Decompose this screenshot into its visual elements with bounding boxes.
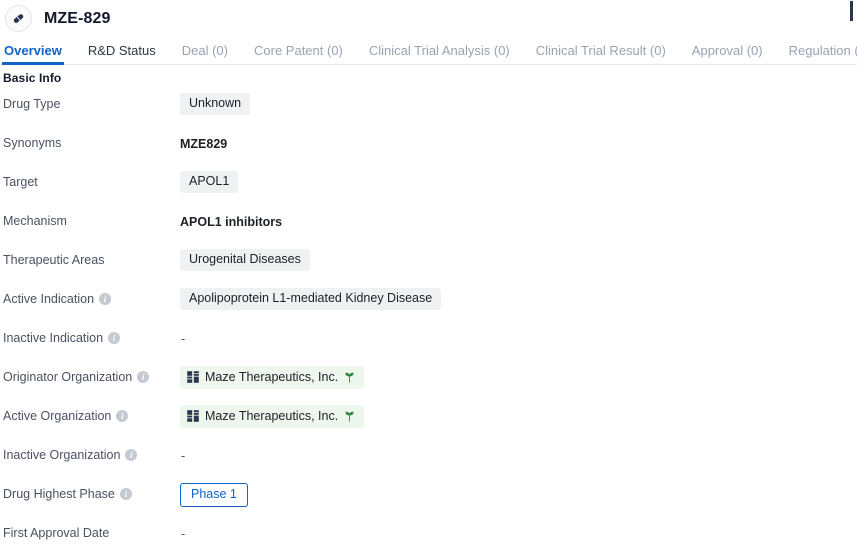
row-label-text: Mechanism [3, 213, 67, 229]
row-value-mechanism: APOL1 inhibitors [180, 208, 857, 230]
startup-sprout-icon [344, 372, 355, 383]
row-value-synonyms: MZE829 [180, 130, 857, 152]
row-label-inactive-indication: Inactive Indication i [0, 325, 180, 346]
tab-label: Overview [4, 43, 62, 58]
value-pill[interactable]: Apolipoprotein L1-mediated Kidney Diseas… [180, 288, 441, 310]
info-row-target: Target APOL1 [0, 167, 857, 206]
value-empty: - [180, 329, 185, 346]
tab-label: Approval (0) [692, 43, 763, 58]
basic-info-table: Drug Type Unknown Synonyms MZE829 Target APOL… [0, 85, 857, 557]
row-label-text: Active Indication [3, 291, 94, 307]
tab-clinical-trial-result[interactable]: Clinical Trial Result (0) [536, 44, 666, 64]
tab-label: Clinical Trial Analysis (0) [369, 43, 510, 58]
row-label-text: Originator Organization [3, 369, 132, 385]
info-row-therapeutic-areas: Therapeutic Areas Urogenital Diseases [0, 245, 857, 284]
value-empty: - [180, 446, 185, 463]
organization-grid-icon [187, 410, 199, 422]
phase-badge[interactable]: Phase 1 [180, 483, 248, 507]
tab-rd-status[interactable]: R&D Status [88, 44, 156, 64]
row-label-synonyms: Synonyms [0, 130, 180, 151]
info-row-mechanism: Mechanism APOL1 inhibitors [0, 206, 857, 245]
tab-deal[interactable]: Deal (0) [182, 44, 228, 64]
row-label-target: Target [0, 169, 180, 190]
row-label-active-indication: Active Indication i [0, 286, 180, 307]
row-value-therapeutic-areas: Urogenital Diseases [180, 247, 857, 271]
row-label-therapeutic-areas: Therapeutic Areas [0, 247, 180, 268]
tab-clinical-trial-analysis[interactable]: Clinical Trial Analysis (0) [369, 44, 510, 64]
row-value-drug-highest-phase: Phase 1 [180, 481, 857, 507]
info-circle-icon[interactable]: i [120, 488, 132, 500]
row-label-drug-type: Drug Type [0, 91, 180, 112]
row-value-originator-organization: Maze Therapeutics, Inc. [180, 364, 857, 389]
info-row-active-indication: Active Indication i Apolipoprotein L1-medi… [0, 284, 857, 323]
info-row-drug-highest-phase: Drug Highest Phase i Phase 1 [0, 479, 857, 518]
organization-name: Maze Therapeutics, Inc. [205, 408, 338, 424]
capsule-icon [5, 5, 32, 32]
info-circle-icon[interactable]: i [99, 293, 111, 305]
tab-approval[interactable]: Approval (0) [692, 44, 763, 64]
tab-bar: Overview R&D Status Deal (0) Core Patent… [0, 37, 857, 65]
organization-pill[interactable]: Maze Therapeutics, Inc. [180, 366, 364, 389]
row-value-active-organization: Maze Therapeutics, Inc. [180, 403, 857, 428]
row-label-text: Inactive Organization [3, 447, 120, 463]
tab-label: Core Patent (0) [254, 43, 343, 58]
row-value-first-approval-date: - [180, 520, 857, 542]
row-label-first-approval-date: First Approval Date [0, 520, 180, 541]
tab-label: R&D Status [88, 43, 156, 58]
value-text: APOL1 inhibitors [180, 211, 282, 230]
info-row-synonyms: Synonyms MZE829 [0, 128, 857, 167]
row-label-text: Synonyms [3, 135, 61, 151]
tab-label: Regulation (0) [789, 43, 857, 58]
value-empty: - [180, 524, 185, 541]
scrollbar-thumb[interactable] [850, 1, 853, 21]
row-value-target: APOL1 [180, 169, 857, 193]
section-title-basic-info: Basic Info [0, 65, 857, 85]
info-row-drug-type: Drug Type Unknown [0, 89, 857, 128]
row-label-text: Inactive Indication [3, 330, 103, 346]
organization-grid-icon [187, 371, 199, 383]
value-pill[interactable]: APOL1 [180, 171, 238, 193]
info-circle-icon[interactable]: i [125, 449, 137, 461]
row-value-inactive-organization: - [180, 442, 857, 464]
tab-core-patent[interactable]: Core Patent (0) [254, 44, 343, 64]
tab-label: Deal (0) [182, 43, 228, 58]
row-value-active-indication: Apolipoprotein L1-mediated Kidney Diseas… [180, 286, 857, 310]
info-row-inactive-indication: Inactive Indication i - [0, 323, 857, 362]
row-label-originator-organization: Originator Organization i [0, 364, 180, 385]
value-text: MZE829 [180, 133, 227, 152]
info-row-active-organization: Active Organization i Maze Therapeutics, I… [0, 401, 857, 440]
tab-regulation[interactable]: Regulation (0) [789, 44, 857, 64]
row-label-text: First Approval Date [3, 525, 109, 541]
row-label-inactive-organization: Inactive Organization i [0, 442, 180, 463]
row-label-text: Target [3, 174, 38, 190]
value-pill[interactable]: Unknown [180, 93, 250, 115]
app-header: MZE-829 [0, 0, 857, 37]
row-value-drug-type: Unknown [180, 91, 857, 115]
row-label-mechanism: Mechanism [0, 208, 180, 229]
organization-pill[interactable]: Maze Therapeutics, Inc. [180, 405, 364, 428]
row-label-text: Drug Highest Phase [3, 486, 115, 502]
tab-label: Clinical Trial Result (0) [536, 43, 666, 58]
row-label-text: Active Organization [3, 408, 111, 424]
info-circle-icon[interactable]: i [137, 371, 149, 383]
info-row-inactive-organization: Inactive Organization i - [0, 440, 857, 479]
row-value-inactive-indication: - [180, 325, 857, 347]
row-label-text: Therapeutic Areas [3, 252, 104, 268]
startup-sprout-icon [344, 411, 355, 422]
info-row-first-approval-date: First Approval Date - [0, 518, 857, 557]
value-pill[interactable]: Urogenital Diseases [180, 249, 310, 271]
page-title: MZE-829 [44, 10, 111, 28]
info-circle-icon[interactable]: i [108, 332, 120, 344]
info-circle-icon[interactable]: i [116, 410, 128, 422]
row-label-text: Drug Type [3, 96, 60, 112]
row-label-active-organization: Active Organization i [0, 403, 180, 424]
info-row-originator-organization: Originator Organization i Maze Therapeutic… [0, 362, 857, 401]
tab-overview[interactable]: Overview [4, 44, 62, 64]
row-label-drug-highest-phase: Drug Highest Phase i [0, 481, 180, 502]
organization-name: Maze Therapeutics, Inc. [205, 369, 338, 385]
